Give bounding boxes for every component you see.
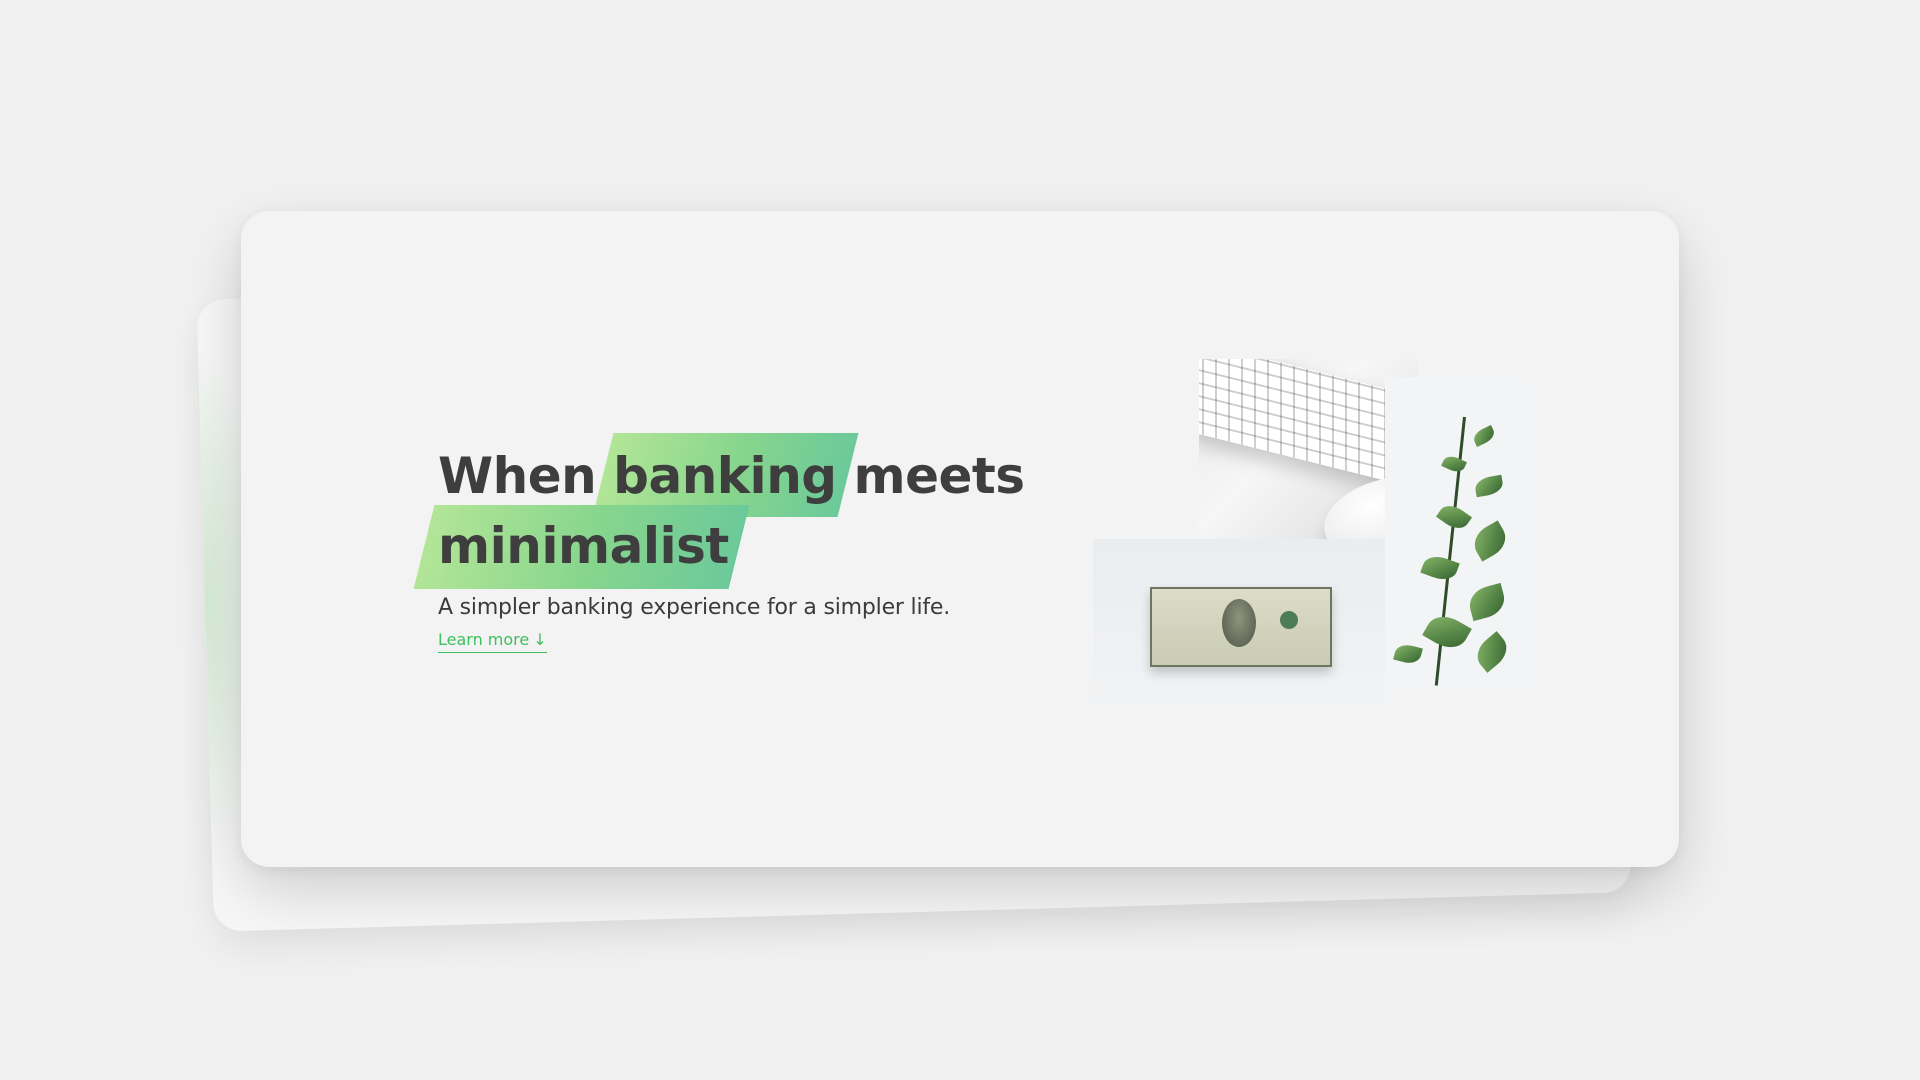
headline-line-2: minimalist: [438, 511, 1058, 581]
plant-leaf: [1441, 453, 1467, 475]
learn-more-label: Learn more: [438, 630, 530, 649]
arrow-down-icon: ↓: [533, 630, 547, 649]
headline-highlight-minimalist: minimalist: [438, 511, 729, 581]
dollar-bill-photo: [1093, 539, 1385, 709]
hero-text-block: When banking meets minimalist A simpler …: [438, 441, 1058, 653]
photo-collage: [1093, 359, 1533, 709]
headline-text-when: When: [438, 447, 614, 505]
plant-leaf: [1471, 425, 1497, 447]
plant-photo: [1385, 377, 1533, 692]
hero-headline: When banking meets minimalist: [438, 441, 1058, 581]
hero-subtitle: A simpler banking experience for a simpl…: [438, 595, 951, 620]
plant-leaf: [1393, 641, 1423, 667]
plant-leaf: [1422, 609, 1472, 655]
headline-highlight-banking: banking: [613, 441, 837, 511]
hero-card: When banking meets minimalist A simpler …: [241, 211, 1679, 867]
plant-leaf: [1420, 551, 1460, 585]
headline-line-1: When banking meets: [438, 441, 1058, 511]
plant-leaf: [1473, 474, 1505, 498]
learn-more-link[interactable]: Learn more ↓: [438, 630, 547, 653]
headline-text-meets: meets: [836, 447, 1025, 505]
plant-leaf: [1465, 582, 1509, 622]
dollar-bill-illustration: [1150, 587, 1332, 667]
plant-leaf: [1468, 520, 1512, 562]
plant-leaf: [1470, 631, 1514, 673]
page-background: When banking meets minimalist A simpler …: [0, 0, 1920, 1080]
